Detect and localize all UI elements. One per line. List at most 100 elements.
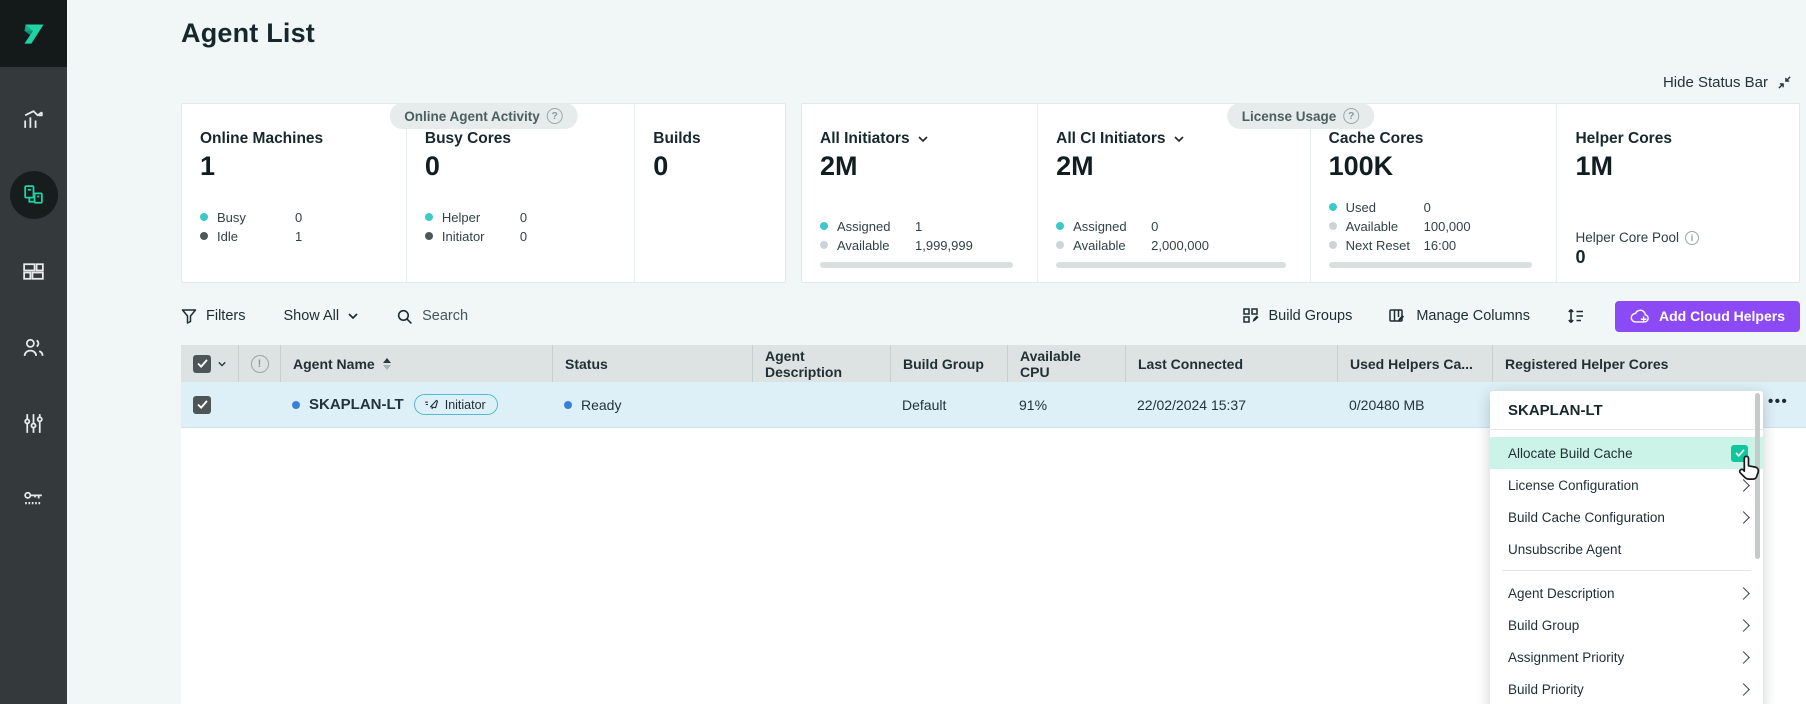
row-checkbox[interactable] (193, 396, 211, 414)
menu-item-build-group[interactable]: Build Group (1490, 609, 1763, 641)
all-ci-initiators-selector[interactable]: All CI Initiators (1056, 130, 1295, 148)
app-logo[interactable] (0, 0, 67, 67)
busy-cores-value: 0 (425, 151, 620, 182)
page-title: Agent List (181, 18, 315, 49)
rocket-icon (424, 399, 439, 410)
agent-name-column-header[interactable]: Agent Name (280, 345, 552, 382)
add-cloud-helpers-button[interactable]: Add Cloud Helpers (1615, 301, 1800, 332)
initiator-dot (425, 232, 433, 240)
status-label: Ready (581, 397, 621, 413)
license-usage-tab: License Usage ? (1227, 103, 1375, 129)
check-icon (197, 359, 208, 368)
all-initiators-value: 2M (820, 151, 1023, 182)
menu-item-assignment-priority[interactable]: Assignment Priority (1490, 641, 1763, 673)
online-machines-title: Online Machines (200, 130, 392, 148)
menu-item-allocate-build-cache[interactable]: Allocate Build Cache (1490, 437, 1763, 469)
online-machines-value: 1 (200, 151, 392, 182)
idle-dot (200, 232, 208, 240)
chevron-down-icon[interactable] (218, 361, 226, 367)
chevron-right-icon (1737, 587, 1750, 600)
available-dot (820, 241, 828, 249)
assigned-dot (1056, 222, 1064, 230)
chevron-right-icon (1737, 651, 1750, 664)
all-initiators-selector[interactable]: All Initiators (820, 130, 1023, 148)
license-usage-card: License Usage ? All Initiators 2M Assign… (801, 103, 1800, 283)
helper-core-pool-value: 0 (1575, 247, 1785, 268)
menu-scrollbar[interactable] (1755, 393, 1760, 559)
select-all-checkbox[interactable] (193, 355, 211, 373)
search-input[interactable]: Search (396, 308, 468, 325)
build-groups-icon (1242, 307, 1260, 325)
busy-cores-title: Busy Cores (425, 130, 620, 148)
sidebar-item-dashboard[interactable] (10, 95, 58, 143)
users-icon (21, 335, 46, 360)
busy-cores-column: Busy Cores 0 Helper0 Initiator0 (406, 104, 634, 282)
online-agent-activity-tab: Online Agent Activity ? (389, 103, 578, 129)
legend-row: Available100,000 (1329, 218, 1543, 234)
context-menu-header: SKAPLAN-LT (1490, 391, 1763, 430)
hide-status-bar-label: Hide Status Bar (1663, 74, 1768, 91)
chevron-right-icon (1737, 683, 1750, 696)
allocate-build-cache-checkbox[interactable] (1731, 445, 1748, 462)
cache-cores-value: 100K (1329, 151, 1543, 182)
sidebar-item-builds[interactable] (10, 247, 58, 295)
legend-row: Available1,999,999 (820, 237, 1023, 253)
row-height-button[interactable] (1566, 307, 1585, 325)
collapse-icon (1777, 75, 1792, 90)
menu-item-license-configuration[interactable]: License Configuration (1490, 469, 1763, 501)
check-icon (197, 400, 208, 409)
helper-dot (425, 213, 433, 221)
info-icon[interactable]: i (1685, 231, 1699, 245)
help-icon[interactable]: ? (547, 108, 563, 124)
sort-control[interactable] (383, 358, 391, 370)
status-column-header: Status (552, 345, 752, 382)
sidebar-item-license[interactable] (10, 475, 58, 523)
hide-status-bar-button[interactable]: Hide Status Bar (1663, 74, 1792, 91)
legend-row: Assigned0 (1056, 218, 1295, 234)
last-connected-column-header: Last Connected (1125, 345, 1337, 382)
builds-value: 0 (653, 151, 771, 182)
menu-item-unsubscribe-agent[interactable]: Unsubscribe Agent (1490, 533, 1763, 565)
agent-online-dot (292, 401, 300, 409)
sidebar-item-settings[interactable] (10, 399, 58, 447)
check-icon (1735, 449, 1745, 457)
chevron-down-icon (348, 313, 358, 319)
help-icon[interactable]: ? (1343, 108, 1359, 124)
chevron-right-icon (1737, 619, 1750, 632)
bar-chart-icon (21, 107, 46, 132)
chevron-down-icon (1174, 136, 1184, 142)
used-helpers-cell: 0/20480 MB (1337, 382, 1492, 427)
show-all-dropdown[interactable]: Show All (283, 308, 358, 324)
alert-icon: ! (251, 355, 269, 373)
available-cpu-column-header: Available CPU (1007, 345, 1125, 382)
online-agent-activity-card: Online Agent Activity ? Online Machines … (181, 103, 786, 283)
agents-icon (21, 183, 46, 208)
status-bar: Online Agent Activity ? Online Machines … (181, 103, 1800, 283)
all-initiators-column: All Initiators 2M Assigned1 Available1,9… (802, 104, 1037, 282)
online-machines-column: Online Machines 1 Busy0 Idle1 (182, 104, 406, 282)
helper-core-pool-label: Helper Core Pool i (1575, 230, 1785, 245)
menu-item-build-priority[interactable]: Build Priority (1490, 673, 1763, 704)
legend-row: Available2,000,000 (1056, 237, 1295, 253)
manage-columns-button[interactable]: Manage Columns (1388, 307, 1530, 325)
chevron-right-icon (1737, 511, 1750, 524)
legend-row: Initiator0 (425, 228, 620, 244)
sidebar (0, 0, 67, 704)
legend-row: Used0 (1329, 199, 1543, 215)
busy-dot (200, 213, 208, 221)
row-actions-button[interactable]: ••• (1768, 393, 1788, 410)
menu-item-build-cache-configuration[interactable]: Build Cache Configuration (1490, 501, 1763, 533)
available-dot (1329, 222, 1337, 230)
legend-row: Helper0 (425, 209, 620, 225)
available-dot (1056, 241, 1064, 249)
filters-button[interactable]: Filters (181, 308, 245, 324)
sidebar-item-agents[interactable] (10, 171, 58, 219)
agent-context-menu: SKAPLAN-LT Allocate Build Cache License … (1490, 391, 1763, 704)
status-ready-dot (564, 401, 572, 409)
menu-item-agent-description[interactable]: Agent Description (1490, 577, 1763, 609)
usage-progress-bar (820, 262, 1013, 268)
legend-row: Assigned1 (820, 218, 1023, 234)
incredibuild-logo-icon (17, 17, 51, 51)
sidebar-item-users[interactable] (10, 323, 58, 371)
build-groups-button[interactable]: Build Groups (1242, 307, 1353, 325)
